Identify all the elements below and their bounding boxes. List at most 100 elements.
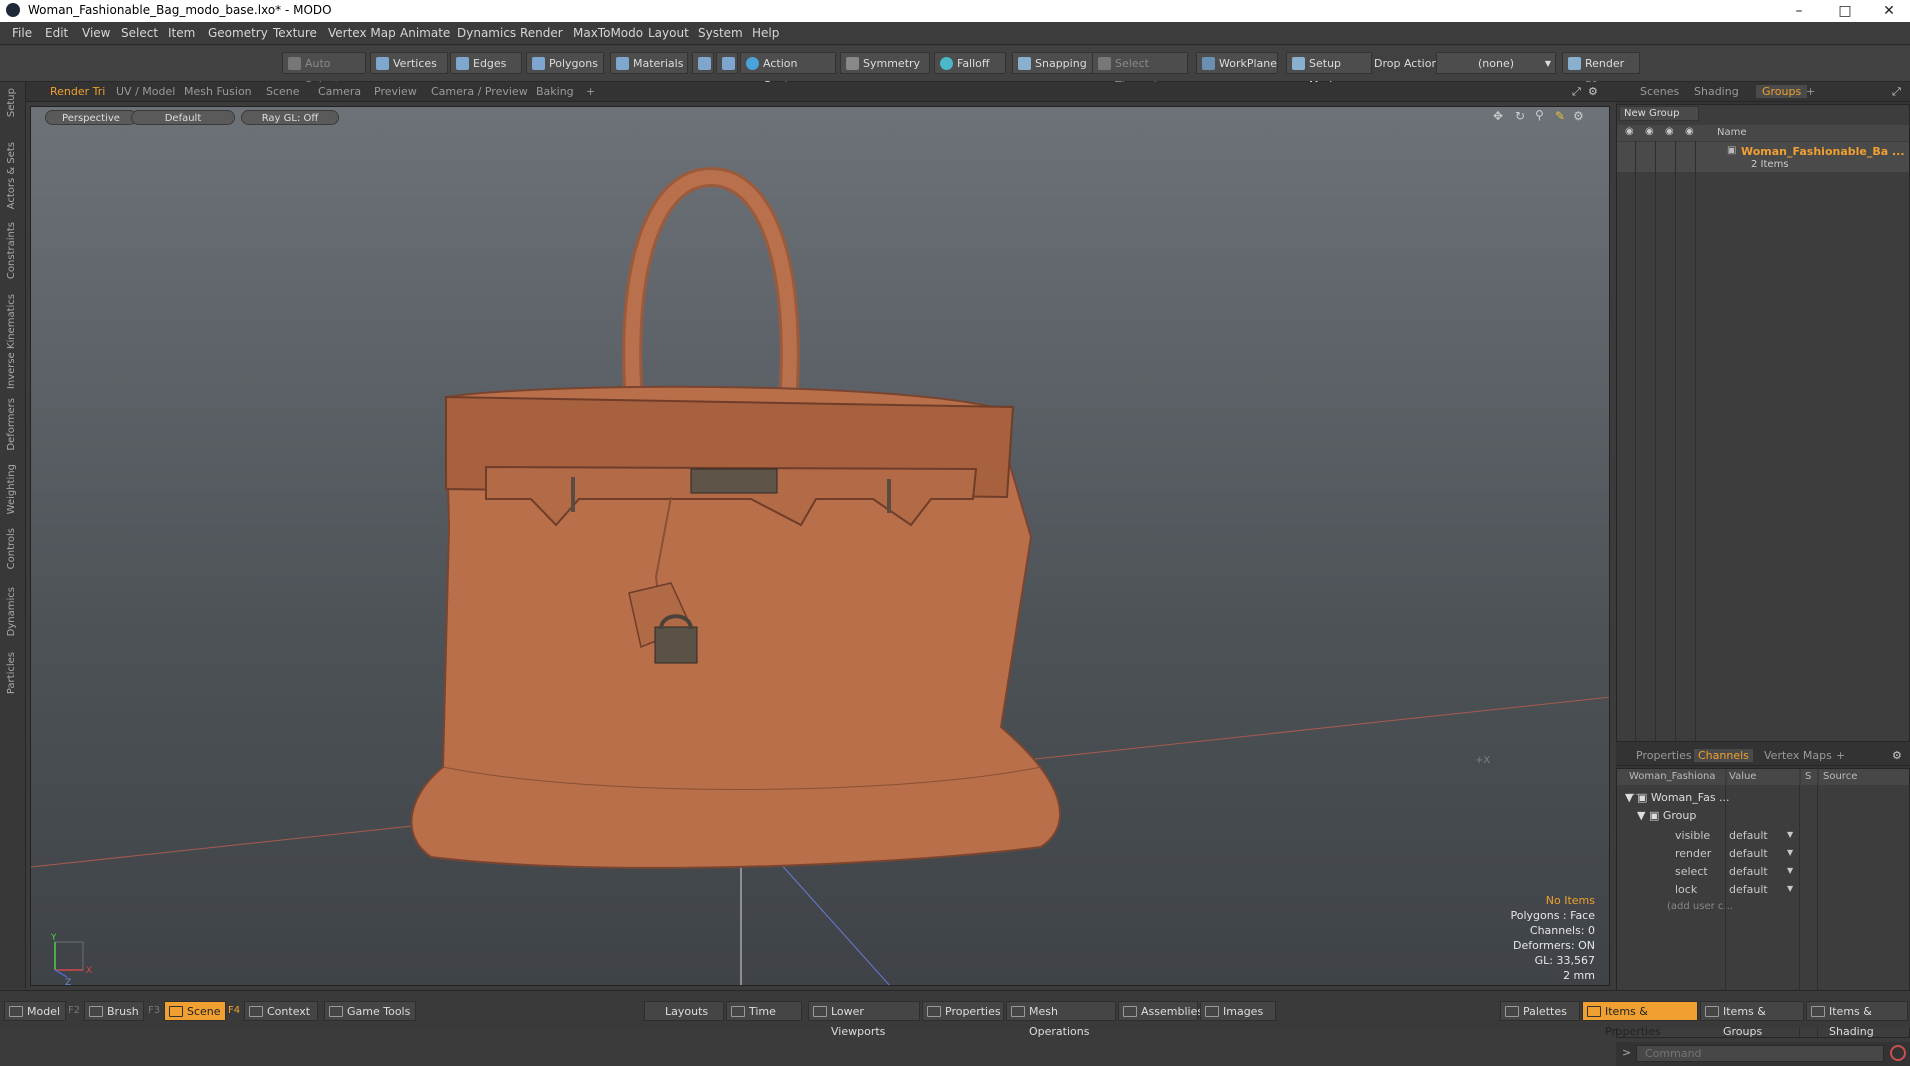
vtab-dynamics[interactable]: Dynamics: [6, 587, 17, 636]
add-channels-tab[interactable]: +: [1836, 749, 1845, 762]
eye-icon[interactable]: ◉: [1625, 126, 1634, 137]
materials-button[interactable]: Materials: [610, 52, 688, 74]
tab-preview[interactable]: Preview: [374, 85, 417, 98]
items-properties-button[interactable]: Items & Properties: [1582, 1001, 1698, 1038]
dropdown-arrow-icon[interactable]: ▼: [1787, 830, 1793, 839]
images-button[interactable]: Images: [1200, 1001, 1276, 1021]
vtab-deformers[interactable]: Deformers: [6, 398, 17, 451]
tab-baking[interactable]: Baking: [536, 85, 574, 98]
render-toggle-icon[interactable]: ◉: [1645, 126, 1654, 137]
vtab-particles[interactable]: Particles: [6, 652, 17, 694]
items-groups-button[interactable]: Items & Groups: [1700, 1001, 1804, 1038]
maximize-icon[interactable]: □: [1822, 0, 1868, 22]
channel-row[interactable]: lock default ▼: [1617, 881, 1909, 899]
select-mode-button-1[interactable]: [692, 52, 714, 74]
menu-dynamics[interactable]: Dynamics: [457, 26, 516, 40]
tab-camera[interactable]: Camera: [318, 85, 361, 98]
menu-file[interactable]: File: [12, 26, 32, 40]
3d-viewport[interactable]: Perspective Default Ray GL: Off ✥ ↻ ⚲ ✎ …: [30, 106, 1610, 986]
brush-layout-button[interactable]: Brush: [84, 1001, 144, 1021]
scene-layout-button[interactable]: Scene: [164, 1001, 226, 1021]
vtab-controls[interactable]: Controls: [6, 528, 17, 569]
properties-button[interactable]: Properties: [922, 1001, 1004, 1021]
action-center-button[interactable]: Action Center: [740, 52, 836, 92]
tab-groups[interactable]: Groups: [1756, 85, 1808, 98]
tab-scene[interactable]: Scene: [266, 85, 300, 98]
tab-scenes[interactable]: Scenes: [1640, 85, 1679, 98]
assemblies-button[interactable]: Assemblies: [1118, 1001, 1203, 1021]
channel-row[interactable]: visible default ▼: [1617, 827, 1909, 845]
select-through-button[interactable]: Select Through: [1092, 52, 1188, 92]
menu-select[interactable]: Select: [121, 26, 158, 40]
menu-layout[interactable]: Layout: [648, 26, 689, 40]
lower-viewports-button[interactable]: Lower Viewports: [808, 1001, 920, 1038]
time-button[interactable]: Time: [726, 1001, 802, 1021]
select-toggle-icon[interactable]: ◉: [1685, 126, 1694, 137]
tab-shading[interactable]: Shading: [1694, 85, 1739, 98]
tab-render-tri[interactable]: Render Tri: [50, 85, 105, 98]
model-layout-button[interactable]: Model: [4, 1001, 66, 1021]
polygons-button[interactable]: Polygons: [526, 52, 604, 74]
expand-arrow-icon[interactable]: ▼: [1625, 791, 1633, 804]
setup-mode-button[interactable]: Setup Mode: [1286, 52, 1372, 92]
channels-tree-group[interactable]: ▼ ▣ Group: [1637, 809, 1696, 822]
channel-row[interactable]: select default ▼: [1617, 863, 1909, 881]
mesh-operations-button[interactable]: Mesh Operations: [1006, 1001, 1116, 1038]
palettes-button[interactable]: Palettes: [1500, 1001, 1580, 1021]
dropdown-arrow-icon[interactable]: ▼: [1787, 866, 1793, 875]
snapping-button[interactable]: Snapping: [1012, 52, 1096, 74]
tab-channels[interactable]: Channels: [1694, 749, 1753, 762]
add-user-channel[interactable]: (add user c...: [1667, 901, 1733, 912]
vertices-button[interactable]: Vertices: [370, 52, 448, 74]
drop-action-select[interactable]: (none) ▼: [1436, 52, 1556, 74]
auto-select-button[interactable]: Auto Select: [282, 52, 366, 92]
menu-maxtomodo[interactable]: MaxToModo: [573, 26, 643, 40]
group-row[interactable]: ▣ Woman_Fashionable_Ba ... 2 Items: [1617, 142, 1909, 172]
vtab-inverse-kinematics[interactable]: Inverse Kinematics: [6, 294, 17, 389]
edges-button[interactable]: Edges: [450, 52, 522, 74]
menu-item[interactable]: Item: [168, 26, 195, 40]
lock-icon[interactable]: ◉: [1665, 126, 1674, 137]
add-panel-tab[interactable]: +: [1806, 85, 1815, 98]
workplane-button[interactable]: WorkPlane: [1196, 52, 1278, 74]
menu-geometry[interactable]: Geometry: [208, 26, 268, 40]
menu-view[interactable]: View: [82, 26, 110, 40]
menu-edit[interactable]: Edit: [45, 26, 68, 40]
game-tools-layout-button[interactable]: Game Tools: [324, 1001, 416, 1021]
symmetry-button[interactable]: Symmetry: [840, 52, 930, 74]
select-mode-button-2[interactable]: [716, 52, 738, 74]
group-name[interactable]: Woman_Fashionable_Ba ...: [1741, 145, 1905, 158]
layouts-button[interactable]: Layouts: [644, 1001, 724, 1021]
dropdown-arrow-icon[interactable]: ▼: [1787, 848, 1793, 857]
vtab-actors-sets[interactable]: Actors & Sets: [6, 142, 17, 209]
command-input[interactable]: [1636, 1045, 1884, 1062]
maximize-viewport-icon[interactable]: ⤢: [1572, 85, 1581, 99]
minimize-icon[interactable]: –: [1776, 0, 1822, 22]
menu-animate[interactable]: Animate: [400, 26, 450, 40]
add-tab-button[interactable]: +: [586, 85, 595, 98]
vtab-weighting[interactable]: Weighting: [6, 464, 17, 514]
tab-mesh-fusion[interactable]: Mesh Fusion: [184, 85, 252, 98]
falloff-button[interactable]: Falloff: [934, 52, 1006, 74]
tab-camera-preview[interactable]: Camera / Preview: [431, 85, 528, 98]
tab-uv-model[interactable]: UV / Model: [116, 85, 175, 98]
dropdown-arrow-icon[interactable]: ▼: [1787, 884, 1793, 893]
menu-help[interactable]: Help: [752, 26, 779, 40]
channels-settings-icon[interactable]: ⚙: [1892, 749, 1902, 762]
items-shading-button[interactable]: Items & Shading: [1806, 1001, 1908, 1038]
tab-properties[interactable]: Properties: [1636, 749, 1692, 762]
channel-row[interactable]: render default ▼: [1617, 845, 1909, 863]
channels-tree-item[interactable]: ▼ ▣ Woman_Fas ...: [1625, 791, 1730, 804]
panel-expand-icon[interactable]: ⤢: [1892, 85, 1901, 99]
menu-render[interactable]: Render: [520, 26, 563, 40]
tab-vertex-maps[interactable]: Vertex Maps: [1764, 749, 1832, 762]
expand-arrow-icon[interactable]: ▼: [1637, 809, 1645, 822]
menu-system[interactable]: System: [698, 26, 743, 40]
menu-vertex-map[interactable]: Vertex Map: [328, 26, 396, 40]
close-icon[interactable]: ✕: [1866, 0, 1910, 22]
menu-texture[interactable]: Texture: [273, 26, 317, 40]
new-group-button[interactable]: New Group: [1619, 106, 1699, 121]
vtab-setup[interactable]: Setup: [6, 88, 17, 117]
context-layout-button[interactable]: Context: [244, 1001, 318, 1021]
record-icon[interactable]: [1890, 1045, 1906, 1061]
